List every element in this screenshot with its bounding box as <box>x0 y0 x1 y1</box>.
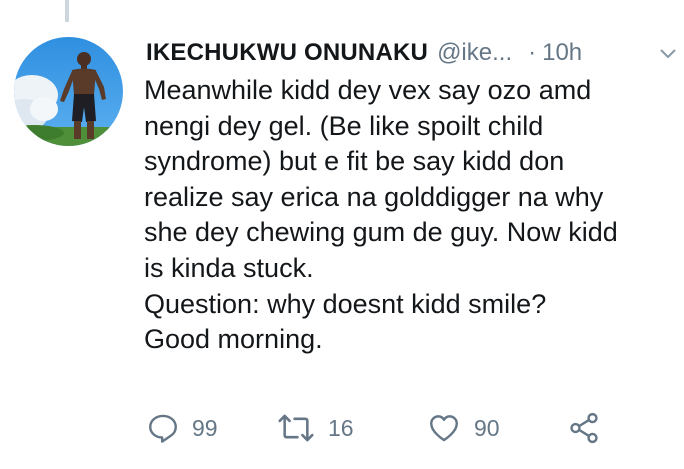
share-icon <box>570 412 598 444</box>
retweet-icon <box>278 414 314 442</box>
retweet-button[interactable]: 16 <box>276 408 354 448</box>
reply-icon <box>149 414 177 443</box>
tweet-text-line: is kinda stuck. <box>144 252 314 283</box>
tweet-text-line: Question: why doesnt kidd smile? <box>144 288 547 319</box>
thread-connector-line <box>65 0 69 22</box>
tweet-text-line: Good morning. <box>144 324 323 355</box>
tweet-text-line: she dey chewing gum de guy. Now kidd <box>144 217 618 248</box>
author-display-name[interactable]: IKECHUKWU ONUNAKU <box>146 39 428 67</box>
tweet-text-line: nengi dey gel. (Be like spoilt child <box>144 110 544 141</box>
tweet-text-line: realize say erica na golddigger na why <box>144 181 604 212</box>
tweet-timestamp[interactable]: 10h <box>542 39 582 67</box>
author-handle[interactable]: @ike... <box>437 39 512 67</box>
like-count: 90 <box>474 414 500 441</box>
tweet-text-line: Meanwhile kidd dey vex say ozo amd <box>144 75 592 105</box>
avatar-photo <box>14 37 123 146</box>
tweet-text: Meanwhile kidd dey vex say ozo amd nengi… <box>144 73 680 358</box>
tweet-header: IKECHUKWU ONUNAKU @ike... · 10h <box>146 38 676 68</box>
more-options-caret[interactable] <box>658 44 678 64</box>
tweet-actions: 99 16 90 <box>146 408 616 448</box>
tweet-text-line: syndrome) but e fit be say kidd don <box>144 146 565 177</box>
chevron-down-icon <box>660 49 676 58</box>
like-icon <box>430 415 458 442</box>
share-button[interactable] <box>566 408 602 448</box>
like-button[interactable]: 90 <box>426 408 500 448</box>
avatar[interactable] <box>14 37 123 146</box>
header-separator: · <box>528 39 537 66</box>
retweet-count: 16 <box>328 414 354 441</box>
reply-button[interactable]: 99 <box>146 408 218 448</box>
reply-count: 99 <box>192 414 218 441</box>
